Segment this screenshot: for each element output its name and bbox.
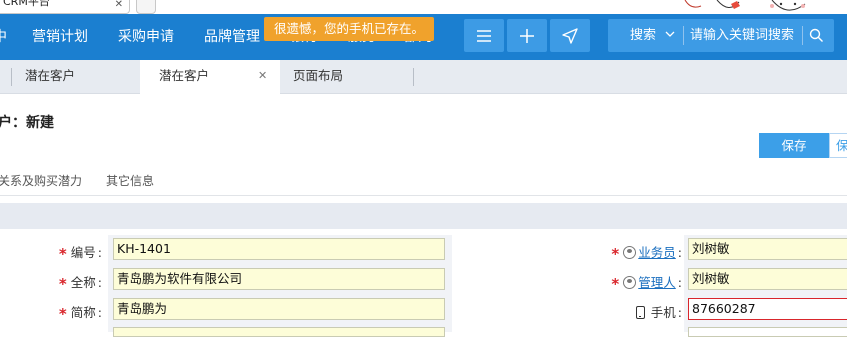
- browser-tab[interactable]: CRM平台 ✕: [0, 0, 130, 14]
- label-manager: * 管理人:: [611, 275, 682, 293]
- short-name-field[interactable]: 青岛鹏为: [113, 298, 445, 320]
- phone-icon: [635, 306, 645, 319]
- subtab-other-info[interactable]: 其它信息: [106, 172, 154, 189]
- global-search: 搜索 请输入关键词搜索: [608, 19, 834, 52]
- plus-icon: [520, 28, 534, 43]
- salesperson-link[interactable]: 业务员: [638, 245, 676, 260]
- label-code: * 编号:: [58, 245, 102, 263]
- search-icon[interactable]: [809, 28, 824, 43]
- required-marker: *: [611, 245, 620, 263]
- manager-field[interactable]: 刘树敏: [688, 268, 847, 290]
- label-salesperson: * 业务员:: [611, 245, 682, 263]
- tab-page-layout[interactable]: 页面布局: [293, 60, 343, 94]
- search-scope-select[interactable]: 搜索: [630, 19, 656, 52]
- next-field[interactable]: [113, 327, 445, 337]
- browser-tabstrip: CRM平台 ✕: [0, 0, 847, 14]
- save-secondary-button[interactable]: 保: [829, 133, 847, 158]
- navigate-button[interactable]: [550, 19, 590, 52]
- next-field[interactable]: [688, 327, 847, 337]
- required-marker: *: [58, 305, 67, 323]
- tab-divider: [413, 68, 414, 86]
- required-marker: *: [611, 275, 620, 293]
- tab-label: 潜在客户: [159, 68, 210, 83]
- manager-link[interactable]: 管理人: [638, 275, 676, 290]
- label-mobile: 手机:: [590, 302, 682, 321]
- full-name-field[interactable]: 青岛鹏为软件有限公司: [113, 268, 445, 290]
- person-icon: [623, 276, 637, 289]
- save-button[interactable]: 保存: [759, 133, 829, 158]
- divider: [0, 195, 847, 196]
- tab-potential-customers[interactable]: 潜在客户: [25, 60, 75, 94]
- divider: [802, 26, 803, 45]
- nav-item-marketing-plan[interactable]: 营销计划: [32, 14, 88, 60]
- divider: [683, 26, 684, 45]
- browser-tab-title: CRM平台: [3, 0, 50, 8]
- required-marker: *: [58, 245, 67, 263]
- close-icon[interactable]: ✕: [115, 0, 123, 12]
- menu-icon: [477, 29, 491, 42]
- error-toast: 很遗憾，您的手机已存在。: [264, 17, 434, 41]
- search-input[interactable]: 请输入关键词搜索: [690, 19, 800, 52]
- subtab-relations-purchasing[interactable]: 关系及购买潜力: [0, 172, 82, 189]
- close-icon[interactable]: ✕: [258, 60, 267, 92]
- mobile-field[interactable]: 87660287: [688, 298, 847, 320]
- person-icon: [623, 246, 637, 259]
- page-tabs: 潜在客户 潜在客户 ✕ 页面布局: [0, 60, 847, 94]
- mascot-decoration: [684, 0, 806, 11]
- salesperson-field[interactable]: 刘树敏: [688, 238, 847, 260]
- nav-item-partial[interactable]: 中: [0, 14, 7, 60]
- new-tab-button[interactable]: [136, 0, 156, 14]
- label-full-name: * 全称:: [58, 275, 102, 293]
- nav-item-purchase-request[interactable]: 采购申请: [118, 14, 174, 60]
- menu-button[interactable]: [464, 19, 504, 52]
- add-button[interactable]: [507, 19, 547, 52]
- required-marker: *: [58, 275, 67, 293]
- chevron-down-icon[interactable]: [665, 30, 675, 38]
- nav-item-brand-management[interactable]: 品牌管理: [204, 14, 260, 60]
- tab-divider: [11, 68, 12, 86]
- page-title: 户：新建: [0, 115, 54, 131]
- code-field[interactable]: KH-1401: [113, 238, 445, 260]
- tab-potential-customers-active[interactable]: 潜在客户 ✕: [140, 60, 280, 94]
- section-header: [0, 203, 847, 229]
- label-short-name: * 简称:: [58, 305, 102, 323]
- send-arrow-icon: [562, 27, 578, 44]
